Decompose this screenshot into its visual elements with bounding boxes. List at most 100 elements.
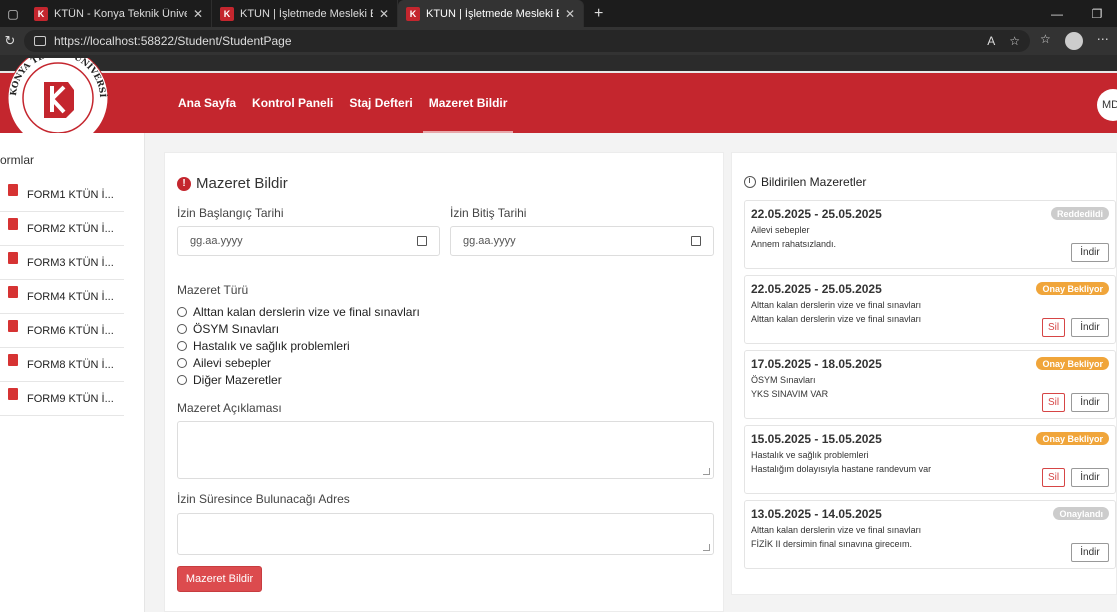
nav-mazeret-bildir[interactable]: Mazeret Bildir [422,73,514,133]
download-button[interactable]: İndir [1071,393,1109,412]
close-tab-icon[interactable]: ✕ [565,7,575,21]
radio-label: Alttan kalan derslerin vize ve final sın… [193,305,420,319]
sidebar-item-label: FORM6 KTÜN İ... [27,324,114,337]
nav-staj-defteri[interactable]: Staj Defteri [349,73,412,133]
excuse-description: Alttan kalan derslerin vize ve final sın… [751,314,922,324]
download-button[interactable]: İndir [1071,543,1109,562]
pdf-icon [8,217,18,230]
pdf-icon [8,387,18,400]
sidebar-item-form9[interactable]: FORM9 KTÜN İ... [0,382,124,416]
tab-actions-icon[interactable]: ▢ [0,0,26,27]
new-tab-icon[interactable]: + [594,5,603,23]
radio-button[interactable] [177,307,187,317]
pdf-icon [8,319,18,332]
nav-ana-sayfa[interactable]: Ana Sayfa [178,73,236,133]
excuse-date: 15.05.2025 - 15.05.2025 [751,432,882,446]
calendar-icon[interactable] [417,236,427,246]
excuse-description: Annem rahatsızlandı. [751,239,837,249]
close-tab-icon[interactable]: ✕ [193,7,203,21]
radio-button[interactable] [177,358,187,368]
url-text: https://localhost:58822/Student/StudentP… [54,34,292,48]
end-date-input[interactable]: gg.aa.yyyy [450,226,714,256]
form-list: FORM1 KTÜN İ... FORM2 KTÜN İ... FORM3 KT… [0,178,124,416]
sidebar-item-form4[interactable]: FORM4 KTÜN İ... [0,280,124,314]
excuse-description: YKS SINAVIM VAR [751,389,829,399]
excuse-description: Hastalığım dolayısıyla hastane randevum … [751,464,932,474]
excuse-date: 13.05.2025 - 14.05.2025 [751,507,882,521]
ktun-favicon-icon: K [406,6,420,21]
sidebar-item-form1[interactable]: FORM1 KTÜN İ... [0,178,124,212]
sidebar-item-form2[interactable]: FORM2 KTÜN İ... [0,212,124,246]
tab-title: KTUN | İşletmede Mesleki Eğitim [240,7,373,20]
address-textarea[interactable] [177,513,714,555]
status-badge: Onaylandı [1053,507,1109,520]
status-badge: Onay Bekliyor [1036,357,1109,370]
more-menu-icon[interactable]: ⋯ [1097,32,1109,50]
excuse-date: 17.05.2025 - 18.05.2025 [751,357,882,371]
browser-tab-1[interactable]: K KTÜN - Konya Teknik Üniversitesi ✕ [26,0,212,27]
radio-option-3[interactable]: Hastalık ve sağlık problemleri [177,339,350,353]
site-header: Ana Sayfa Kontrol Paneli Staj Defteri Ma… [0,71,1117,133]
radio-option-5[interactable]: Diğer Mazeretler [177,373,282,387]
radio-button[interactable] [177,375,187,385]
sidebar-item-form3[interactable]: FORM3 KTÜN İ... [0,246,124,280]
delete-button[interactable]: Sil [1042,468,1065,487]
pdf-icon [8,353,18,366]
favorite-star-icon[interactable]: ☆ [1009,34,1020,48]
excuse-card: 22.05.2025 - 25.05.2025 Reddedildi Ailev… [744,200,1116,269]
excuse-date: 22.05.2025 - 25.05.2025 [751,207,882,221]
description-textarea[interactable] [177,421,714,479]
close-tab-icon[interactable]: ✕ [379,7,389,21]
nav-kontrol-paneli[interactable]: Kontrol Paneli [252,73,333,133]
submit-excuse-button[interactable]: Mazeret Bildir [177,566,262,592]
profile-icon[interactable] [1064,32,1083,50]
radio-button[interactable] [177,341,187,351]
reload-icon[interactable]: ↻ [0,33,20,49]
sidebar-item-label: FORM8 KTÜN İ... [27,358,114,371]
start-date-label: İzin Başlangıç Tarihi [177,206,284,220]
radio-label: Diğer Mazeretler [193,373,282,387]
excuse-type: ÖSYM Sınavları [751,375,816,385]
radio-button[interactable] [177,324,187,334]
calendar-icon[interactable] [691,236,701,246]
radio-label: Hastalık ve sağlık problemleri [193,339,350,353]
start-date-input[interactable]: gg.aa.yyyy [177,226,440,256]
excuse-type: Alttan kalan derslerin vize ve final sın… [751,300,922,310]
minimize-icon[interactable]: — [1037,7,1077,21]
excuse-description: FİZİK II dersimin final sınavına gireceı… [751,539,913,549]
address-bar: ↻ https://localhost:58822/Student/Studen… [0,27,1117,55]
radio-label: Ailevi sebepler [193,356,272,370]
pdf-icon [8,285,18,298]
delete-button[interactable]: Sil [1042,318,1065,337]
url-field[interactable]: https://localhost:58822/Student/StudentP… [24,30,1030,52]
sidebar-item-form8[interactable]: FORM8 KTÜN İ... [0,348,124,382]
main-nav: Ana Sayfa Kontrol Paneli Staj Defteri Ma… [170,73,515,133]
excuse-type-label: Mazeret Türü [177,283,249,297]
user-avatar[interactable]: MD [1097,89,1117,121]
radio-option-4[interactable]: Ailevi sebepler [177,356,271,370]
tab-title: KTÜN - Konya Teknik Üniversitesi [54,7,187,20]
status-badge: Onay Bekliyor [1036,432,1109,445]
excuse-type: Hastalık ve sağlık problemleri [751,450,869,460]
restore-icon[interactable]: ❐ [1077,7,1117,21]
pdf-icon [8,183,18,196]
pdf-icon [8,251,18,264]
lock-icon [34,36,46,46]
download-button[interactable]: İndir [1071,243,1109,262]
sidebar-item-form6[interactable]: FORM6 KTÜN İ... [0,314,124,348]
excuse-card: 13.05.2025 - 14.05.2025 Onaylandı Alttan… [744,500,1116,569]
radio-option-1[interactable]: Alttan kalan derslerin vize ve final sın… [177,305,420,319]
download-button[interactable]: İndir [1071,318,1109,337]
sidebar-item-label: FORM4 KTÜN İ... [27,290,114,303]
favorites-icon[interactable]: ☆ [1040,32,1051,50]
excuse-card: 15.05.2025 - 15.05.2025 Onay Bekliyor Ha… [744,425,1116,494]
delete-button[interactable]: Sil [1042,393,1065,412]
start-date-placeholder: gg.aa.yyyy [190,235,243,247]
browser-tab-3[interactable]: K KTUN | İşletmede Mesleki Eğitim ✕ [398,0,584,27]
download-button[interactable]: İndir [1071,468,1109,487]
sidebar-item-label: FORM1 KTÜN İ... [27,188,114,201]
read-aloud-icon[interactable]: A [987,34,995,48]
radio-option-2[interactable]: ÖSYM Sınavları [177,322,279,336]
browser-tab-2[interactable]: K KTUN | İşletmede Mesleki Eğitim ✕ [212,0,398,27]
reported-excuses-panel: Bildirilen Mazeretler 22.05.2025 - 25.05… [731,152,1117,595]
